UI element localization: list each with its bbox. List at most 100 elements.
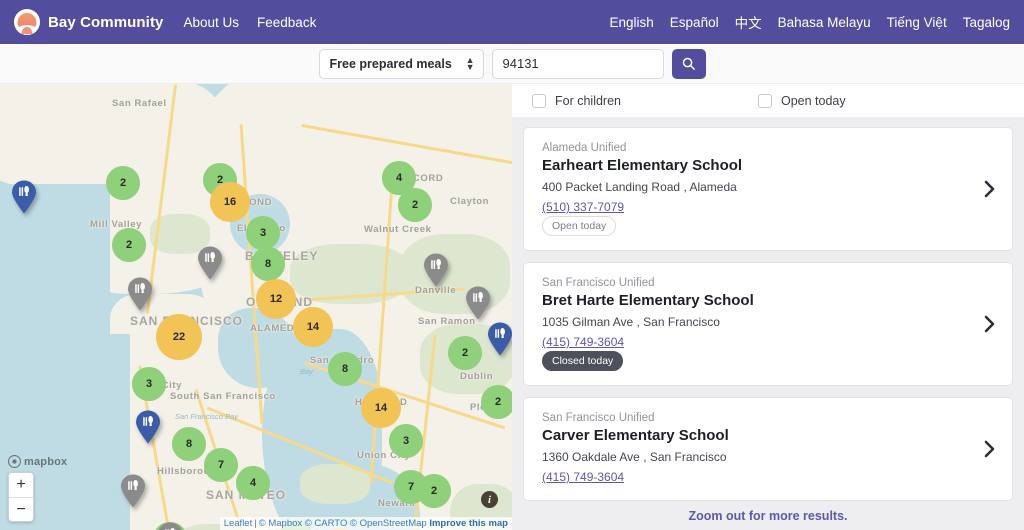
mapbox-logo[interactable]: mapbox [8,455,67,468]
map-cluster-count: 14 [293,307,333,347]
attribution-separator: | [254,518,256,529]
map-place-label: Dublin [460,371,493,382]
cutlery-pin-icon[interactable] [487,322,512,356]
map-cluster-count: 12 [256,279,296,319]
result-phone[interactable]: (415) 749-3604 [542,335,624,349]
result-card[interactable]: Alameda Unified Earheart Elementary Scho… [523,127,1013,251]
chevron-right-icon[interactable] [983,439,996,459]
attribution-openstreetmap[interactable]: © OpenStreetMap [350,518,427,529]
zoom-out-button[interactable]: − [9,497,33,521]
filter-for-children[interactable]: For children [532,94,621,108]
result-card[interactable]: San Francisco Unified Bret Harte Element… [523,262,1013,386]
result-organization: San Francisco Unified [542,412,971,424]
map-cluster-count: 8 [251,247,285,281]
service-type-select[interactable]: Free prepared meals [319,49,484,79]
language-link-tieng-viet[interactable]: Tiếng Việt [887,15,947,30]
cutlery-pin-icon[interactable] [423,253,449,287]
map-cluster-count: 8 [328,352,362,386]
map-place-label: Walnut Creek [364,224,432,235]
map-cluster-marker[interactable]: 14 [361,388,401,428]
map-cluster-marker[interactable]: 3 [389,424,423,458]
result-phone[interactable]: (510) 337-7079 [542,200,624,214]
cutlery-pin-icon[interactable] [197,246,223,280]
result-card-body: San Francisco Unified Bret Harte Element… [542,277,971,371]
search-button[interactable] [672,49,706,79]
filter-open-today[interactable]: Open today [758,94,846,108]
map-canvas[interactable]: San Francisco Bay Bay San RafaelMill Val… [0,84,512,530]
language-link-tagalog[interactable]: Tagalog [963,15,1010,30]
map-cluster-marker[interactable]: 3 [132,367,166,401]
map-cluster-marker[interactable]: 12 [256,279,296,319]
filter-for-children-label: For children [555,94,621,108]
result-phone[interactable]: (415) 749-3604 [542,470,624,484]
map-cluster-marker[interactable]: 3 [246,216,280,250]
map-cluster-marker[interactable]: 14 [293,307,333,347]
result-card[interactable]: San Francisco Unified Carver Elementary … [523,397,1013,501]
map-cluster-marker[interactable]: 2 [398,188,432,222]
top-navbar: Bay Community About Us Feedback English … [0,0,1024,44]
attribution-improve-this-map[interactable]: Improve this map [429,518,508,529]
search-toolbar: Free prepared meals ▲▼ [0,44,1024,84]
cutlery-pin-icon[interactable] [11,180,37,214]
cutlery-pin-icon[interactable] [127,277,153,311]
map-cluster-count: 22 [156,314,202,360]
map-place-label: San Rafael [112,98,167,109]
language-link-bahasa-melayu[interactable]: Bahasa Melayu [778,15,871,30]
results-list[interactable]: Alameda Unified Earheart Elementary Scho… [512,117,1024,530]
chevron-right-icon[interactable] [983,179,996,199]
zoom-in-button[interactable]: + [9,473,33,497]
map-cluster-count: 3 [132,367,166,401]
brand-name: Bay Community [48,14,164,31]
result-title: Carver Elementary School [542,427,971,444]
map-cluster-marker[interactable]: 16 [210,182,250,222]
result-organization: Alameda Unified [542,142,971,154]
cutlery-pin-icon[interactable] [120,474,146,508]
map-place-label: South San Francisco [170,391,276,402]
map-cluster-marker[interactable]: 8 [251,247,285,281]
checkbox-for-children[interactable] [532,94,546,108]
magnifier-icon [681,56,696,71]
language-link-espanol[interactable]: Español [670,15,719,30]
map-cluster-count: 14 [361,388,401,428]
status-badge: Closed today [542,351,623,371]
map-cluster-count: 3 [246,216,280,250]
map-cluster-marker[interactable]: 7 [204,448,238,482]
map-cluster-marker[interactable]: 2 [481,385,512,419]
attribution-mapbox[interactable]: © Mapbox [259,518,302,529]
attribution-carto[interactable]: © CARTO [305,518,348,529]
language-link-chinese[interactable]: 中文 [735,12,762,32]
nav-link-about-us[interactable]: About Us [184,15,240,30]
mapbox-circle-icon [8,455,21,468]
checkbox-open-today[interactable] [758,94,772,108]
zip-code-input[interactable] [492,49,664,79]
map-cluster-count: 2 [417,474,451,508]
filter-open-today-label: Open today [781,94,846,108]
map-cluster-marker[interactable]: 8 [328,352,362,386]
cutlery-pin-icon[interactable] [465,286,491,320]
cutlery-pin-icon[interactable] [157,522,183,530]
filter-bar: For children Open today [512,84,1024,117]
nav-link-feedback[interactable]: Feedback [257,15,316,30]
result-card-body: San Francisco Unified Carver Elementary … [542,412,971,486]
map-cluster-count: 2 [106,166,140,200]
map-cluster-marker[interactable]: 8 [172,427,206,461]
map-cluster-marker[interactable]: 22 [156,314,202,360]
result-address: 1360 Oakdale Ave , San Francisco [542,450,971,464]
chevron-right-icon[interactable] [983,314,996,334]
map-cluster-marker[interactable]: 2 [417,474,451,508]
brand[interactable]: Bay Community [14,9,164,35]
map-cluster-marker[interactable]: 2 [448,336,482,370]
map-cluster-marker[interactable]: 2 [106,166,140,200]
zoom-out-hint[interactable]: Zoom out for more results. [512,502,1024,530]
primary-nav: About Us Feedback [184,15,317,30]
map-info-icon[interactable]: i [481,491,498,508]
map-cluster-count: 8 [172,427,206,461]
map-cluster-marker[interactable]: 4 [236,466,270,500]
attribution-leaflet[interactable]: Leaflet [224,518,253,529]
map-cluster-count: 2 [481,385,512,419]
map-cluster-marker[interactable]: 2 [112,228,146,262]
language-link-english[interactable]: English [610,15,654,30]
language-switcher: English Español 中文 Bahasa Melayu Tiếng V… [610,12,1010,32]
cutlery-pin-icon[interactable] [135,410,161,444]
mapbox-wordmark: mapbox [24,456,67,468]
